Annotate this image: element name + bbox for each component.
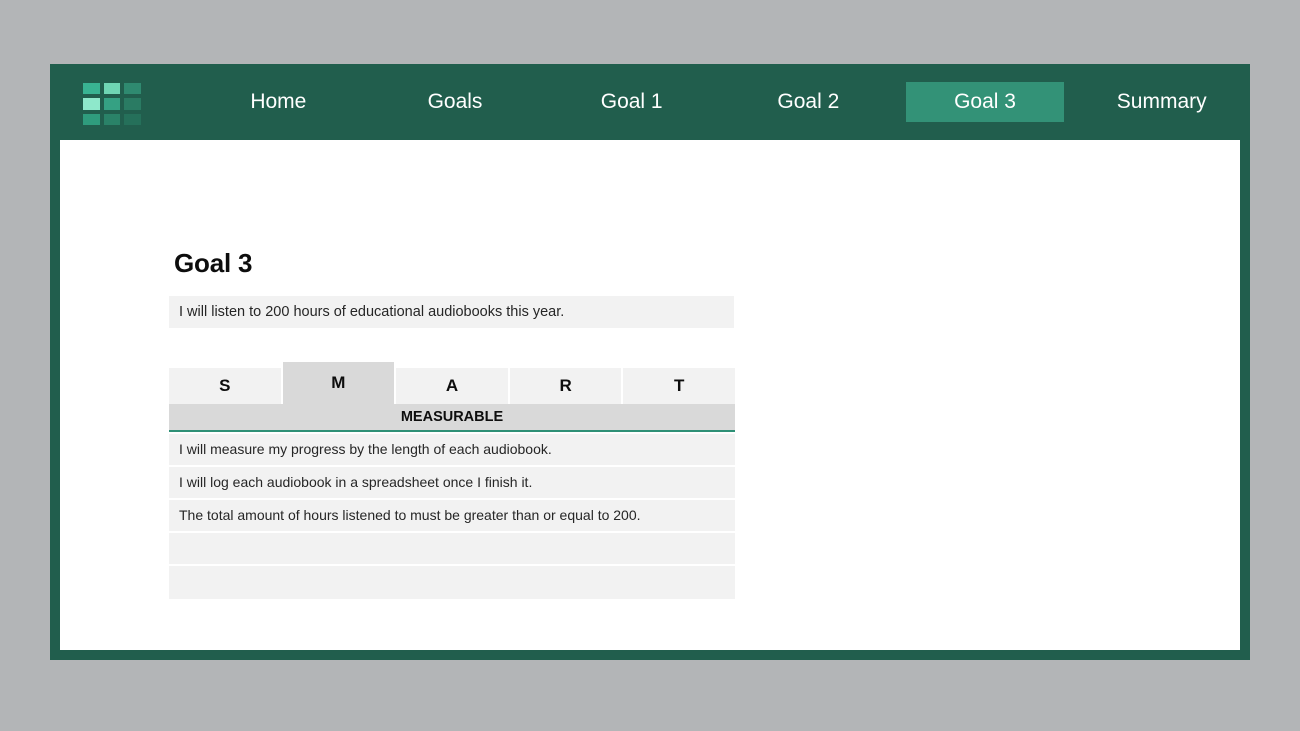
logo-tile-4 <box>83 98 100 110</box>
logo-tile-8 <box>103 113 121 125</box>
detail-row-empty[interactable] <box>169 533 735 564</box>
logo-tile-9 <box>124 113 141 125</box>
smart-tab-a[interactable]: A <box>396 368 508 404</box>
smart-tab-s[interactable]: S <box>169 368 281 404</box>
logo-tile-3 <box>124 83 141 95</box>
nav-item-home[interactable]: Home <box>190 82 367 122</box>
logo-tile-2 <box>103 83 121 95</box>
nav-item-goal-3[interactable]: Goal 3 <box>897 82 1074 122</box>
nav-item-goals[interactable]: Goals <box>367 82 544 122</box>
detail-row[interactable]: I will measure my progress by the length… <box>169 434 735 465</box>
page-title: Goal 3 <box>174 248 253 278</box>
smart-tab-t[interactable]: T <box>623 368 735 404</box>
nav-item-goal-2[interactable]: Goal 2 <box>720 82 897 122</box>
logo-tile-6 <box>124 98 141 110</box>
smart-tab-m[interactable]: M <box>282 362 395 404</box>
logo-tile-5 <box>103 98 121 110</box>
nav-item-label: Goal 1 <box>600 90 663 113</box>
nav-item-goal-1[interactable]: Goal 1 <box>543 82 720 122</box>
smart-tab-r[interactable]: R <box>509 368 622 404</box>
nav-item-label: Home <box>250 90 307 113</box>
detail-row-list: I will measure my progress by the length… <box>169 434 735 601</box>
goal-statement: I will listen to 200 hours of educationa… <box>169 296 734 328</box>
content-sheet: Goal 3 I will listen to 200 hours of edu… <box>60 140 1240 650</box>
nav-item-label: Goals <box>427 90 483 113</box>
logo-tile-7 <box>83 113 100 125</box>
nav-item-list: Home Goals Goal 1 Goal 2 Goal 3 Summary <box>190 64 1250 140</box>
nav-item-label: Goal 2 <box>777 90 840 113</box>
smart-tab-row: SMART <box>169 362 735 404</box>
detail-row-empty[interactable] <box>169 566 735 599</box>
top-navigation-bar: Home Goals Goal 1 Goal 2 Goal 3 Summary <box>50 64 1250 140</box>
nav-item-label: Goal 3 <box>906 82 1065 122</box>
app-grid-logo[interactable] <box>83 83 141 125</box>
nav-item-label: Summary <box>1116 90 1207 113</box>
nav-item-summary[interactable]: Summary <box>1073 82 1250 122</box>
detail-row[interactable]: The total amount of hours listened to mu… <box>169 500 735 531</box>
smart-category-header: MEASURABLE <box>169 404 735 432</box>
logo-tile-1 <box>83 83 100 95</box>
detail-row[interactable]: I will log each audiobook in a spreadshe… <box>169 467 735 498</box>
app-window: Home Goals Goal 1 Goal 2 Goal 3 Summary Goal … <box>50 64 1250 660</box>
